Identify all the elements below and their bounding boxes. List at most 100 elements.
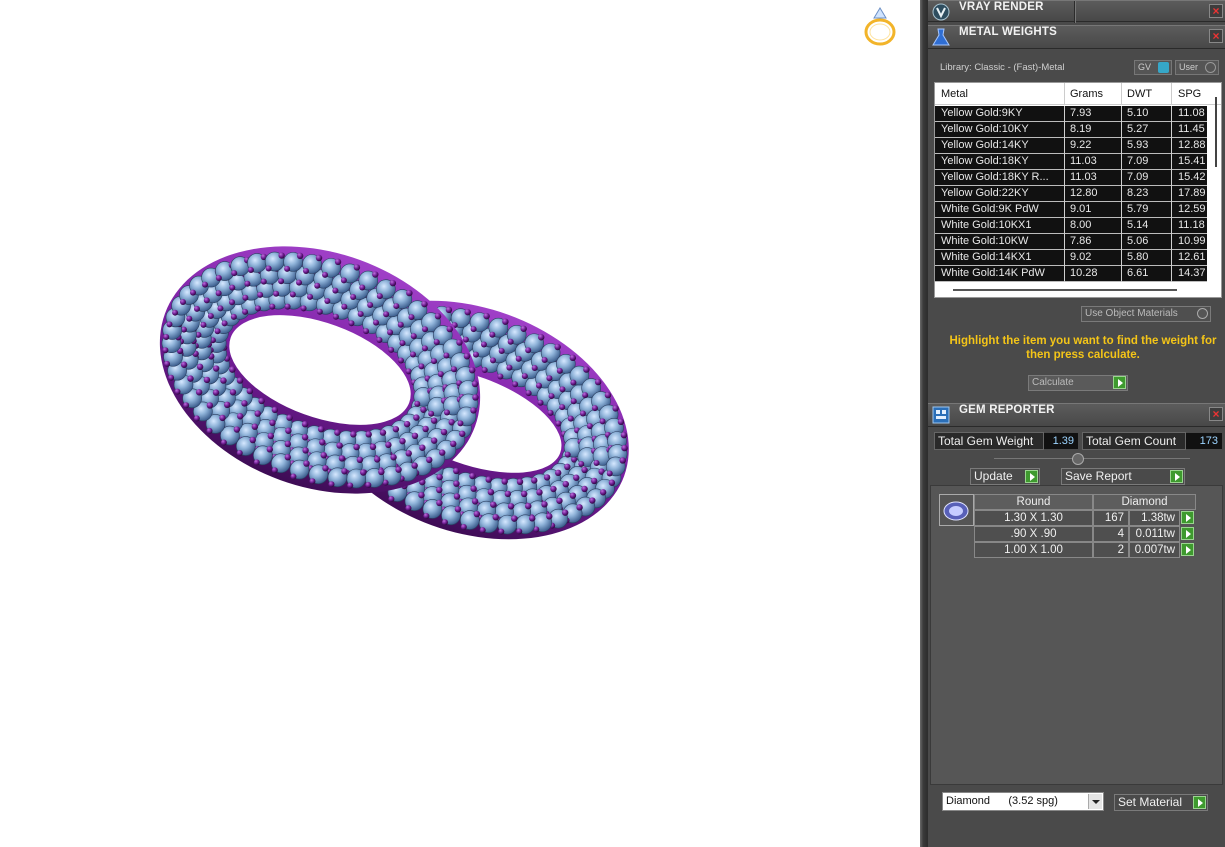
column-header[interactable]: DWT	[1127, 88, 1152, 100]
update-button[interactable]: Update	[970, 468, 1040, 485]
close-icon[interactable]: ×	[1209, 407, 1223, 421]
prong	[434, 313, 442, 320]
material-select[interactable]: Diamond (3.52 spg)	[942, 792, 1104, 811]
table-row[interactable]: Yellow Gold:10KY 8.19 5.27 11.45	[935, 122, 1207, 138]
3d-viewport[interactable]	[0, 0, 920, 847]
table-cell: 7.09	[1127, 171, 1149, 183]
prong	[236, 377, 244, 384]
table-cell: 14.37	[1178, 267, 1206, 279]
select-gems-button[interactable]	[1181, 543, 1194, 556]
panel-splitter[interactable]	[920, 0, 928, 847]
prong	[617, 418, 625, 426]
table-row[interactable]: Yellow Gold:18KY R... 11.03 7.09 15.42	[935, 170, 1207, 186]
chevron-down-icon[interactable]	[1088, 794, 1102, 809]
prong	[554, 343, 561, 351]
table-row[interactable]: White Gold:10KX1 8.00 5.14 11.18	[935, 218, 1207, 234]
prong	[578, 461, 585, 468]
close-icon[interactable]: ×	[1209, 4, 1223, 18]
calculate-button[interactable]: Calculate	[1028, 375, 1128, 391]
prong	[443, 352, 450, 359]
metal-weights-table[interactable]: Metal Grams DWT SPG Yellow Gold:9KY 7.93 5…	[934, 82, 1222, 298]
toggle-knob	[1158, 62, 1169, 73]
vertical-scrollbar[interactable]	[1215, 97, 1217, 167]
column-header[interactable]: Grams	[1070, 88, 1103, 100]
prong	[418, 491, 425, 499]
prong	[229, 389, 237, 396]
close-icon[interactable]: ×	[1209, 29, 1223, 43]
prong	[365, 431, 372, 438]
prong	[589, 497, 596, 504]
table-cell: 5.80	[1127, 251, 1149, 263]
prong	[559, 386, 566, 393]
gem-reporter-header[interactable]: GEM REPORTER ×	[928, 403, 1225, 427]
table-row[interactable]: Yellow Gold:9KY 7.93 5.10 11.08	[935, 106, 1207, 122]
column-header[interactable]: Metal	[941, 88, 968, 100]
table-row[interactable]: Yellow Gold:22KY 12.80 8.23 17.89	[935, 186, 1207, 202]
jewelry-model[interactable]	[0, 0, 920, 847]
set-material-button[interactable]: Set Material	[1114, 794, 1208, 811]
horizontal-scrollbar[interactable]	[953, 289, 1177, 291]
prong	[290, 473, 297, 480]
gem-shape-header: Round	[974, 494, 1093, 510]
prong	[621, 444, 628, 452]
prong	[594, 378, 602, 386]
table-row[interactable]: Yellow Gold:18KY 11.03 7.09 15.41	[935, 154, 1207, 170]
table-row[interactable]: White Gold:14KX1 9.02 5.80 12.61	[935, 250, 1207, 266]
prong	[612, 405, 619, 412]
prong	[307, 293, 314, 300]
use-object-materials-toggle[interactable]: Use Object Materials	[1081, 306, 1211, 322]
prong	[193, 305, 200, 312]
table-cell: Yellow Gold:14KY	[941, 139, 1029, 151]
prong	[608, 479, 616, 486]
prong	[296, 279, 303, 286]
gem-shape-thumbnail[interactable]	[939, 494, 974, 526]
prong	[564, 451, 571, 458]
prong	[229, 299, 236, 306]
user-toggle[interactable]: User	[1175, 60, 1219, 75]
prong	[581, 485, 588, 493]
prong	[341, 303, 348, 310]
table-row[interactable]: Yellow Gold:14KY 9.22 5.93 12.88	[935, 138, 1207, 154]
prong	[301, 434, 309, 441]
prong	[233, 426, 241, 433]
select-gems-button[interactable]	[1181, 511, 1194, 524]
table-cell: White Gold:10KX1	[941, 219, 1032, 231]
table-row[interactable]: White Gold:10KW 7.86 5.06 10.99	[935, 234, 1207, 250]
prong	[336, 442, 343, 449]
prong	[541, 501, 548, 508]
table-row[interactable]: White Gold:14K PdW 10.28 6.61 14.37	[935, 266, 1207, 282]
table-cell: 11.18	[1178, 219, 1205, 231]
prong	[512, 381, 519, 388]
table-cell: Yellow Gold:10KY	[941, 123, 1029, 135]
table-row[interactable]: White Gold:9K PdW 9.01 5.79 12.59	[935, 202, 1207, 218]
prong	[485, 476, 492, 483]
prong	[411, 432, 419, 440]
prong	[338, 455, 346, 462]
slider-track[interactable]	[994, 458, 1190, 459]
gem-weight-cell: 0.007tw	[1129, 542, 1180, 558]
table-cell: 5.10	[1127, 107, 1149, 119]
slider-handle[interactable]	[1072, 453, 1084, 465]
column-divider	[1171, 122, 1172, 138]
gem-size-cell: 1.00 X 1.00	[974, 542, 1093, 558]
gem-weight-cell: 1.38tw	[1129, 510, 1180, 526]
prong	[562, 480, 570, 488]
table-cell: 9.01	[1070, 203, 1092, 215]
prong	[229, 366, 236, 373]
prong	[428, 410, 435, 417]
vray-render-header[interactable]: VRAY RENDER ×	[928, 0, 1225, 23]
prong	[567, 415, 574, 422]
ring-logo-icon[interactable]	[860, 4, 900, 50]
select-gems-button[interactable]	[1181, 527, 1194, 540]
prong	[520, 325, 527, 332]
save-report-button[interactable]: Save Report	[1061, 468, 1185, 485]
prong	[399, 340, 406, 347]
table-cell: 11.45	[1178, 123, 1205, 135]
column-header[interactable]: SPG	[1178, 88, 1201, 100]
gv-toggle[interactable]: GV	[1134, 60, 1172, 75]
column-divider	[1171, 266, 1172, 282]
prong	[359, 284, 366, 291]
metal-weights-header[interactable]: METAL WEIGHTS ×	[928, 25, 1225, 49]
table-cell: 17.89	[1178, 187, 1206, 199]
prong	[314, 282, 321, 289]
